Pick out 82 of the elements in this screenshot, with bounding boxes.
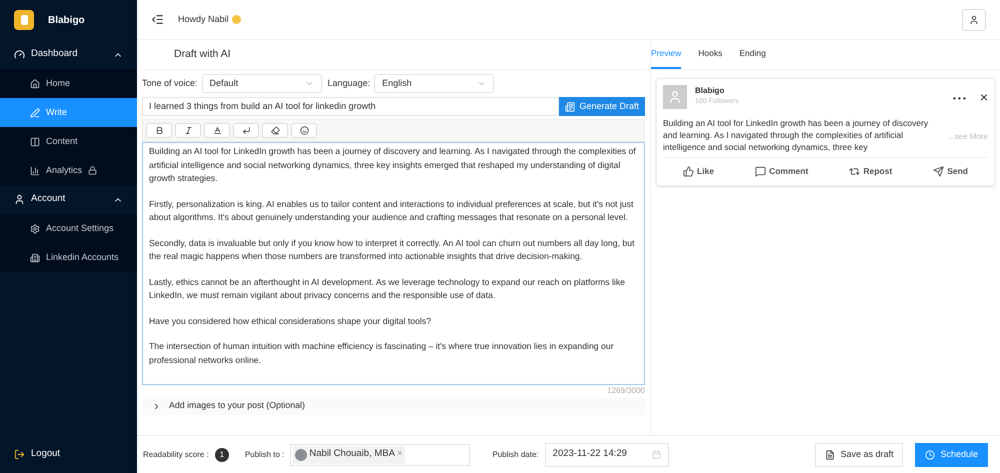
account-name: Nabil Chouaib, MBA [309, 447, 395, 462]
text-color-icon [212, 126, 222, 135]
sidebar-item[interactable]: Analytics [0, 156, 137, 185]
document-icon [825, 450, 836, 460]
greeting: Howdy Nabil [178, 12, 229, 26]
document-icon [565, 102, 576, 112]
user-icon [969, 14, 979, 24]
bold-icon [154, 126, 164, 135]
post-paragraph: Have you considered how ethical considerations shape your digital tools? [149, 314, 432, 328]
chevron-down-icon [477, 79, 486, 88]
prompt-field[interactable]: I learned 3 things from build an AI tool for linkedin growth [142, 97, 560, 116]
language-select[interactable]: English [374, 74, 494, 93]
post-paragraph: Firstly, personalization is king. AI enables us to tailor content and interactions to individual preferences at scale, but it's not just about algorithms. It's about genuinely understanding your audience and crafting messages that resonate on a personal level. [149, 198, 634, 224]
post-paragraph: Building an AI tool for LinkedIn growth has been a journey of discovery and learning. As I navigated through the complexities of artificial intelligence and social networking dynamics, three key insights emerged that reshaped my understanding of digital growth strategies. [149, 145, 637, 185]
bold-button[interactable] [146, 123, 172, 138]
publish-to-field[interactable]: Nabil Chouaib, MBA × [290, 444, 470, 466]
character-counter: 1269/3000 [607, 385, 645, 397]
sidebar-item[interactable]: Account Settings [0, 214, 137, 243]
brand-name: Blabigo [48, 14, 85, 28]
user-icon [14, 194, 25, 205]
readability-score: 1 [214, 448, 229, 462]
home-icon [30, 78, 40, 88]
like-button[interactable]: Like [683, 165, 714, 178]
author-name: Blabigo [695, 85, 726, 97]
building-icon [30, 252, 40, 262]
clock-icon [925, 450, 936, 460]
readability-label: Readability score : [143, 448, 209, 460]
generate-draft-button[interactable]: Generate Draft [559, 97, 645, 116]
tone-select[interactable]: Default [202, 74, 322, 93]
publish-to-label: Publish to : [244, 448, 284, 460]
repost-icon [849, 166, 860, 177]
add-images-panel[interactable]: Add images to your post (Optional) [142, 397, 645, 415]
italic-icon [184, 126, 192, 135]
preview-text: Building an AI tool for LinkedIn growth has been a journey of discovery and learning. As I navigated through the complexities of artificial intelligence and social networking dynamics, three key [663, 117, 930, 153]
send-button[interactable]: Send [933, 165, 968, 178]
columns-icon [30, 136, 40, 146]
language-label: Language: [328, 76, 370, 90]
chevron-right-icon [152, 402, 161, 410]
post-paragraph: The intersection of human intuition with machine efficiency is fascinating – it's where true innovation lies in expanding our professional networks online. [149, 340, 615, 367]
tone-label: Tone of voice: [142, 76, 198, 90]
pen-icon [30, 108, 40, 118]
italic-button[interactable] [175, 123, 201, 138]
post-text-area[interactable] [142, 142, 645, 385]
repost-button[interactable]: Repost [849, 165, 892, 178]
logout-icon [14, 448, 25, 460]
eraser-button[interactable] [262, 123, 288, 138]
sidebar-section[interactable]: Account [0, 185, 137, 214]
post-paragraph: Secondly, data is invaluable but only if you know how to interpret it correctly. An AI tool can churn out numbers all day long, but the real magic happens when those numbers are transformed into actionable insights that drive decision-making. [149, 236, 636, 263]
comment-button[interactable]: Comment [755, 165, 808, 178]
save-draft-button[interactable]: Save as draft [815, 442, 904, 466]
send-icon [933, 166, 944, 177]
editor-title: Draft with AI [142, 40, 645, 70]
logout-item[interactable]: Logout [0, 439, 137, 469]
smiley-icon [300, 126, 308, 135]
tab[interactable]: Ending [739, 47, 766, 69]
return-button[interactable] [233, 123, 259, 138]
logo-icon [14, 10, 34, 30]
sidebar-item[interactable]: Linkedin Accounts [0, 243, 137, 272]
sidebar-item[interactable]: Home [0, 69, 137, 98]
account-avatar-icon [295, 448, 308, 460]
publish-date-label: Publish date: [492, 448, 539, 460]
bar-chart-icon [30, 166, 40, 176]
thumbs-up-icon [683, 166, 694, 177]
sidebar-section[interactable]: Dashboard [0, 40, 137, 69]
settings-icon [30, 224, 40, 234]
profile-button[interactable] [962, 8, 986, 30]
text-color-button[interactable] [204, 123, 230, 138]
publish-date-field[interactable]: 2023-11-22 14:29 [544, 442, 669, 466]
chevron-down-icon [304, 79, 314, 88]
avatar-icon [663, 85, 687, 109]
close-button[interactable]: × [980, 90, 988, 104]
sidebar-item[interactable]: Content [0, 127, 137, 156]
eraser-icon [270, 126, 280, 135]
return-icon [242, 126, 250, 135]
gauge-icon [14, 49, 25, 60]
calendar-icon [652, 450, 661, 459]
tab[interactable]: Hooks [698, 47, 722, 69]
emoji-button[interactable] [291, 123, 317, 138]
menu-icon[interactable] [151, 13, 164, 26]
post-paragraph: Lastly, ethics cannot be an afterthought in AI development. As we leverage technology to expand our reach on platforms like LinkedIn, we must remain vigilant about privacy concerns and the responsible use of data. [149, 276, 626, 302]
speech-bubble-icon [755, 166, 766, 177]
more-menu[interactable]: • • • [952, 93, 966, 105]
